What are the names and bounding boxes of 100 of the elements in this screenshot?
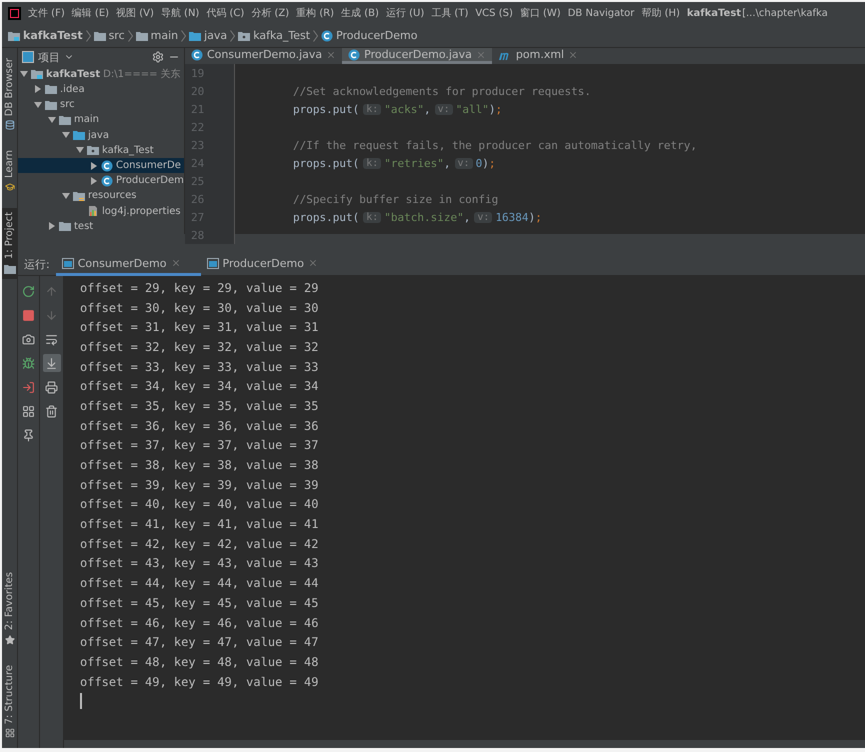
- scroll-to-end-button[interactable]: [42, 354, 60, 372]
- package-icon: [87, 144, 99, 156]
- collapsed-arrow-icon[interactable]: [34, 85, 42, 94]
- console-line: offset = 34, key = 34, value = 34: [80, 378, 320, 396]
- console-line: offset = 35, key = 35, value = 35: [80, 398, 320, 415]
- close-icon[interactable]: [170, 258, 180, 268]
- database-icon: [4, 120, 14, 130]
- breadcrumb-item[interactable]: java: [189, 29, 228, 42]
- tree-item[interactable]: kafka_Test: [18, 142, 184, 158]
- console-line: offset = 37, key = 37, value = 37: [80, 437, 320, 454]
- tree-item[interactable]: main: [18, 112, 184, 128]
- side-tab[interactable]: 7: Structure: [2, 660, 17, 742]
- class-icon: [348, 48, 360, 60]
- menu-item[interactable]: 代码 (C): [206, 6, 244, 20]
- menu-item[interactable]: 重构 (R): [296, 6, 334, 20]
- expanded-arrow-icon[interactable]: [20, 70, 28, 78]
- camera-icon: [22, 332, 35, 346]
- class-icon: [191, 48, 203, 60]
- wrap-icon: [45, 332, 58, 346]
- chevron-icon: [313, 30, 318, 42]
- console-line: offset = 30, key = 30, value = 30: [80, 300, 320, 317]
- tree-item[interactable]: ProducerDem: [18, 173, 184, 188]
- exit-icon: [22, 380, 35, 394]
- console-line: offset = 31, key = 31, value = 31: [80, 319, 320, 336]
- menu-item[interactable]: 导航 (N): [160, 6, 200, 20]
- menu-item[interactable]: 生成 (B): [341, 6, 379, 20]
- side-tab[interactable]: 2: Favorites: [2, 568, 17, 649]
- class-icon: [101, 160, 113, 172]
- run-label: 运行:: [23, 257, 51, 272]
- tree-item[interactable]: resources: [18, 188, 184, 204]
- menu-item[interactable]: 工具 (T): [431, 6, 468, 20]
- folder-icon: [136, 30, 148, 42]
- menu-item[interactable]: 分析 (Z): [251, 6, 290, 20]
- star-icon: [4, 634, 14, 645]
- editor-tab[interactable]: pom.xml: [492, 48, 584, 64]
- menu-item[interactable]: VCS (S): [475, 8, 513, 18]
- panel-icon: [22, 51, 34, 64]
- editor-tab[interactable]: ProducerDemo.java: [342, 48, 492, 64]
- tree-item[interactable]: ConsumerDe: [18, 158, 184, 174]
- folder-icon: [59, 114, 71, 126]
- source-folder-icon: [189, 30, 202, 42]
- console-line: offset = 29, key = 29, value = 29: [80, 280, 320, 297]
- console-line: offset = 41, key = 41, value = 41: [80, 516, 320, 534]
- pin-icon: [22, 428, 35, 442]
- app-logo-icon: [8, 6, 21, 20]
- breadcrumb-item[interactable]: main: [136, 29, 178, 42]
- side-tab[interactable]: Learn: [2, 146, 17, 196]
- tree-item[interactable]: .idea: [18, 82, 184, 98]
- code-line: props.put( k: "batch.size", v: 16384);: [292, 210, 542, 224]
- menu-item[interactable]: 运行 (U): [386, 6, 424, 20]
- close-icon[interactable]: [568, 50, 578, 60]
- console-line: offset = 40, key = 40, value = 40: [80, 496, 320, 514]
- menu-item[interactable]: 帮助 (H): [641, 6, 680, 20]
- project-folder-icon: [8, 30, 20, 42]
- side-tab[interactable]: DB Browser: [2, 54, 17, 134]
- chevron-icon: [86, 30, 91, 42]
- tree-item[interactable]: log4j.properties: [18, 204, 184, 219]
- menu-item[interactable]: 窗口 (W): [520, 6, 561, 20]
- console-icon: [62, 258, 74, 268]
- console-line: offset = 39, key = 39, value = 39: [80, 476, 320, 494]
- folder-icon: [4, 263, 16, 276]
- printer-icon: [45, 380, 58, 394]
- close-icon[interactable]: [326, 50, 336, 60]
- menu-item[interactable]: 文件 (F): [28, 6, 65, 20]
- collapsed-arrow-icon[interactable]: [48, 222, 56, 230]
- resources-folder-icon: [73, 190, 85, 202]
- chevron-icon: [230, 30, 236, 42]
- console-line: offset = 43, key = 43, value = 43: [80, 555, 320, 572]
- editor-tab[interactable]: ConsumerDemo.java: [185, 48, 342, 64]
- expanded-arrow-icon[interactable]: [62, 192, 70, 200]
- scroll-to-end-icon: [45, 356, 58, 370]
- side-tab[interactable]: 1: Project: [2, 208, 17, 280]
- menu-item[interactable]: 视图 (V): [116, 6, 154, 20]
- trash-icon: [45, 404, 58, 418]
- run-tab[interactable]: ProducerDemo: [200, 254, 338, 276]
- console-line: offset = 32, key = 32, value = 32: [80, 338, 320, 356]
- settings-icon[interactable]: [152, 51, 164, 64]
- tree-item[interactable]: kafkaTest D:\1==== 关东: [18, 66, 184, 82]
- console-line: offset = 48, key = 48, value = 48: [80, 654, 320, 671]
- project-path: [...\chapter\kafka: [742, 8, 828, 18]
- breadcrumb-item[interactable]: kafkaTest: [8, 29, 83, 42]
- breadcrumb-item[interactable]: kafka_Test: [238, 29, 310, 42]
- tree-item[interactable]: src: [18, 97, 184, 112]
- console-line: offset = 49, key = 49, value = 49: [80, 674, 320, 691]
- menu-item[interactable]: DB Navigator: [568, 8, 634, 18]
- chevron-icon: [181, 30, 186, 42]
- tree-item[interactable]: java: [18, 127, 184, 143]
- console-line: offset = 45, key = 45, value = 45: [80, 594, 320, 612]
- menu-item[interactable]: 编辑 (E): [72, 6, 110, 20]
- console-icon: [206, 258, 218, 268]
- folder-icon: [45, 98, 57, 111]
- tree-item[interactable]: test: [18, 218, 184, 234]
- folder-icon: [59, 220, 71, 232]
- text-cursor: [80, 693, 82, 710]
- console-line: offset = 42, key = 42, value = 42: [80, 536, 320, 553]
- close-icon[interactable]: [308, 258, 318, 268]
- breadcrumb-item[interactable]: ProducerDemo: [321, 29, 418, 42]
- folder-icon: [45, 83, 57, 96]
- console-line: offset = 47, key = 47, value = 47: [80, 634, 320, 652]
- breadcrumb-item[interactable]: src: [94, 29, 125, 42]
